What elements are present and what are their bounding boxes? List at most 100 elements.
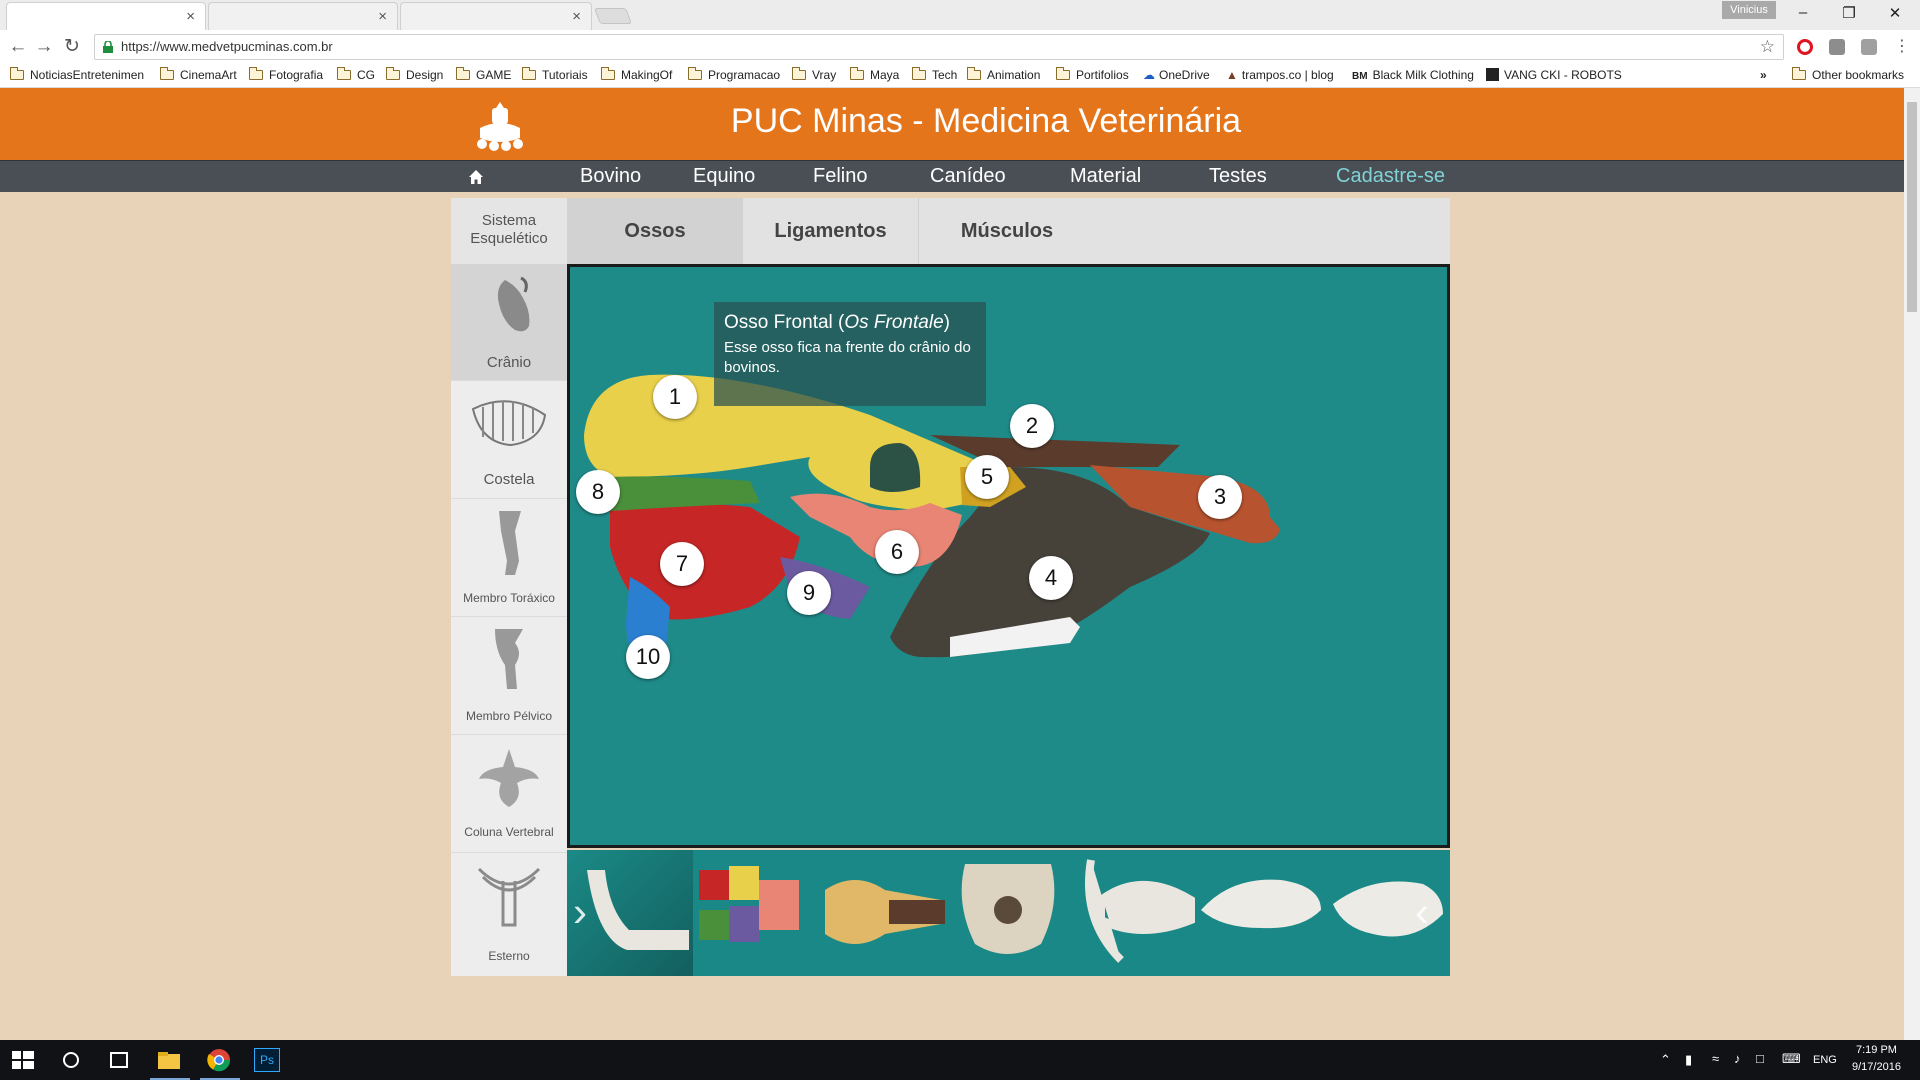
bone-marker-4[interactable]: 4 (1029, 556, 1073, 600)
tab-close-icon[interactable]: × (572, 8, 581, 25)
bone-marker-9[interactable]: 9 (787, 571, 831, 615)
bone-marker-7[interactable]: 7 (660, 542, 704, 586)
thumbnail-skull-horns[interactable] (1071, 850, 1197, 976)
bone-marker-2[interactable]: 2 (1010, 404, 1054, 448)
tab-musculos[interactable]: Músculos (919, 198, 1095, 264)
sidebar-item-costela[interactable]: Costela (451, 381, 567, 499)
forward-icon[interactable]: → (32, 36, 56, 58)
window-close-icon[interactable]: ✕ (1880, 4, 1910, 24)
bookmark-folder[interactable]: Tech (912, 67, 957, 82)
bone-marker-8[interactable]: 8 (576, 470, 620, 514)
wifi-icon[interactable]: ≈ (1712, 1051, 1719, 1066)
opera-extension-icon[interactable] (1797, 39, 1813, 55)
bone-marker-10[interactable]: 10 (626, 635, 670, 679)
menu-icon[interactable]: ⋮ (1890, 36, 1914, 58)
browser-tab-3[interactable]: × (400, 2, 592, 30)
bone-image-stage[interactable]: Osso Frontal (Os Frontale) Esse osso fic… (567, 264, 1450, 848)
cortana-icon[interactable] (58, 1048, 84, 1072)
bone-marker-5[interactable]: 5 (965, 455, 1009, 499)
keyboard-icon[interactable]: ⌨ (1782, 1051, 1801, 1067)
bone-marker-1[interactable]: 1 (653, 375, 697, 419)
nav-bovino[interactable]: Bovino (580, 165, 641, 188)
nav-testes[interactable]: Testes (1209, 165, 1267, 188)
sidebar-item-esterno[interactable]: Esterno (451, 853, 567, 976)
thumbnail-skull-caudal[interactable] (945, 850, 1071, 976)
extension-icon[interactable] (1861, 39, 1877, 55)
new-tab-button[interactable] (594, 8, 632, 24)
bookmark-star-icon[interactable]: ☆ (1760, 37, 1775, 57)
scrollbar-thumb[interactable] (1907, 102, 1917, 312)
bookmark-folder[interactable]: Portifolios (1056, 67, 1129, 82)
carousel-prev-icon[interactable]: › (573, 888, 587, 936)
blackmilk-icon: BM (1352, 71, 1368, 82)
browser-tab-1[interactable]: × (6, 2, 206, 30)
carousel-next-icon[interactable]: ‹ (1415, 888, 1429, 936)
clock-time[interactable]: 7:19 PM (1856, 1044, 1897, 1056)
clock-date[interactable]: 9/17/2016 (1852, 1061, 1901, 1073)
back-icon[interactable]: ← (6, 36, 30, 58)
bookmark-trampos[interactable]: ▲ trampos.co | blog (1226, 68, 1334, 82)
sidebar-item-membro-pelvico[interactable]: Membro Pélvico (451, 617, 567, 735)
task-view-icon[interactable] (106, 1048, 132, 1072)
thumbnail-skull-lateral[interactable] (1197, 850, 1323, 976)
restore-icon[interactable]: ❐ (1834, 4, 1864, 24)
bookmark-folder[interactable]: Vray (792, 67, 836, 82)
file-explorer-icon[interactable] (156, 1048, 182, 1072)
browser-tab-2[interactable]: × (208, 2, 398, 30)
sidebar-item-cranio[interactable]: Crânio (451, 264, 567, 381)
thumbnail-skull-side[interactable] (1323, 850, 1450, 976)
skull-icon (497, 276, 530, 332)
tab-ossos[interactable]: Ossos (567, 198, 743, 264)
bookmark-folder[interactable]: CinemaArt (160, 67, 237, 82)
colored-skull-image (699, 866, 799, 942)
bookmark-folder[interactable]: Maya (850, 67, 899, 82)
bookmark-blackmilk[interactable]: BM Black Milk Clothing (1352, 68, 1474, 82)
profile-badge[interactable]: Vinicius (1722, 1, 1776, 19)
nav-canideo[interactable]: Canídeo (930, 165, 1006, 188)
bookmark-folder[interactable]: Programacao (688, 67, 780, 82)
horned-skull-image (1085, 859, 1195, 963)
nav-felino[interactable]: Felino (813, 165, 867, 188)
tray-chevron-icon[interactable]: ⌃ (1660, 1052, 1671, 1068)
notifications-icon[interactable]: □ (1756, 1051, 1764, 1066)
bookmark-folder[interactable]: NoticiasEntretenimen (10, 67, 144, 82)
thumbnail-skull-colored-top[interactable] (693, 850, 819, 976)
sidebar-item-membro-toraxico[interactable]: Membro Toráxico (451, 499, 567, 617)
bookmark-folder[interactable]: Design (386, 67, 443, 82)
extension-icon[interactable] (1829, 39, 1845, 55)
volume-icon[interactable]: ♪ (1734, 1051, 1741, 1066)
bookmark-folder[interactable]: GAME (456, 67, 511, 82)
reload-icon[interactable]: ↻ (60, 36, 84, 58)
bone-marker-6[interactable]: 6 (875, 530, 919, 574)
language-indicator[interactable]: ENG (1813, 1054, 1837, 1066)
page-scrollbar[interactable] (1904, 88, 1920, 1040)
other-bookmarks[interactable]: Other bookmarks (1792, 67, 1904, 82)
bookmark-folder[interactable]: Fotografia (249, 67, 323, 82)
bookmark-folder[interactable]: CG (337, 67, 375, 82)
home-icon[interactable] (468, 169, 484, 185)
bookmark-vangcki[interactable]: VANG CKI - ROBOTS (1486, 68, 1622, 82)
bone-marker-3[interactable]: 3 (1198, 475, 1242, 519)
photoshop-icon[interactable]: Ps (254, 1048, 280, 1072)
minimize-icon[interactable]: – (1788, 4, 1818, 24)
tab-close-icon[interactable]: × (378, 8, 387, 25)
more-bookmarks-icon[interactable]: » (1760, 68, 1767, 82)
bookmark-folder[interactable]: MakingOf (601, 67, 672, 82)
windows-start-icon[interactable] (10, 1048, 36, 1072)
address-bar[interactable]: https://www.medvetpucminas.com.br ☆ (94, 34, 1784, 60)
thumbnail-skull-dorsal[interactable] (819, 850, 945, 976)
bookmark-folder[interactable]: Animation (967, 67, 1040, 82)
trampos-icon: ▲ (1226, 68, 1238, 82)
sidebar-item-coluna-vertebral[interactable]: Coluna Vertebral (451, 735, 567, 853)
chrome-icon[interactable] (206, 1048, 232, 1072)
bookmark-folder[interactable]: Tutoriais (522, 67, 588, 82)
windows-taskbar: Ps ⌃ ▮ ≈ ♪ □ ⌨ ENG 7:19 PM 9/17/2016 (0, 1040, 1920, 1080)
battery-icon[interactable]: ▮ (1685, 1052, 1692, 1068)
bookmark-onedrive[interactable]: ☁ OneDrive (1143, 68, 1210, 82)
folder-icon (522, 67, 536, 80)
tab-close-icon[interactable]: × (186, 8, 195, 25)
nav-equino[interactable]: Equino (693, 165, 755, 188)
nav-cadastre-se[interactable]: Cadastre-se (1336, 165, 1445, 188)
nav-material[interactable]: Material (1070, 165, 1141, 188)
tab-ligamentos[interactable]: Ligamentos (743, 198, 919, 264)
